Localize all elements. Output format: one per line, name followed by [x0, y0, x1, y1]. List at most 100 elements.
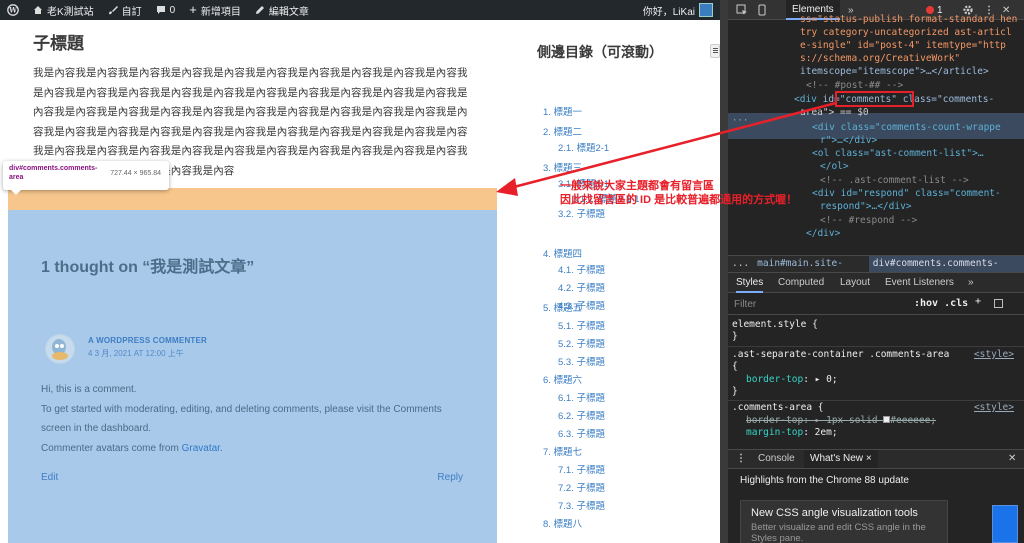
commenter-name-link[interactable]: A WORDPRESS COMMENTER: [88, 336, 207, 345]
comment-date-link[interactable]: 4 3 月, 2021 AT 12:00 上午: [88, 348, 184, 359]
edit-post-link[interactable]: 編輯文章: [248, 0, 316, 20]
style-rule-end: }: [732, 386, 738, 397]
wordpress-logo-icon[interactable]: W: [0, 0, 26, 20]
toc-item[interactable]: 5.3. 子標題: [558, 354, 605, 368]
dom-line: r">…</div>: [820, 135, 878, 146]
site-name-link[interactable]: 老K測試站: [26, 0, 101, 20]
comment-line: screen in the dashboard.: [41, 423, 152, 434]
style-tabs-more[interactable]: »: [968, 273, 974, 293]
toc-item[interactable]: 6.3. 子標題: [558, 426, 605, 440]
add-style-rule-icon[interactable]: +: [975, 296, 981, 307]
breadcrumb-overflow[interactable]: ...: [728, 256, 753, 272]
styles-filter-bar: Filter :hov .cls +: [728, 293, 1024, 315]
drawer-menu-icon[interactable]: ⋮: [736, 450, 746, 468]
home-icon: [33, 5, 43, 15]
customize-link[interactable]: 自訂: [101, 0, 149, 20]
style-rule-selector: .comments-area {: [732, 402, 824, 413]
site-name-label: 老K測試站: [47, 6, 94, 18]
toc-item[interactable]: 4.2. 子標題: [558, 280, 605, 294]
annotation-highlight-box: [835, 91, 914, 107]
style-source-link[interactable]: <style>: [974, 349, 1014, 362]
breadcrumb-current[interactable]: div#comments.comments-area: [868, 256, 1024, 285]
computed-sidebar-icon[interactable]: [994, 299, 1003, 308]
inspect-tooltip-size: 727.44 × 965.84: [110, 170, 161, 177]
toc-item[interactable]: 6.2. 子標題: [558, 408, 605, 422]
inspect-element-icon[interactable]: [736, 0, 748, 20]
comment-bubble-icon: [156, 5, 166, 15]
dom-line[interactable]: <div class="comments-count-wrappe: [812, 121, 1001, 134]
toc-item[interactable]: 6. 標題六: [543, 372, 582, 386]
greeting-label: 你好，LiKai: [642, 6, 695, 18]
tab-styles[interactable]: Styles: [736, 273, 764, 293]
dom-breadcrumbs: ... main#main.site-main div#comments.com…: [728, 255, 1024, 285]
devtools-panel: Elements » 1 ⋮ ✕ ··· ss="status-publish …: [728, 0, 1024, 543]
dom-line: try category-uncategorized ast-articl: [800, 27, 1012, 38]
comments-title: 1 thought on “我是測試文章”: [41, 259, 255, 276]
style-declaration[interactable]: border-top: ▸ 0;: [746, 374, 838, 387]
toc-item[interactable]: 7.1. 子標題: [558, 462, 605, 476]
tab-whats-new[interactable]: What's New ×: [804, 450, 878, 468]
dom-line[interactable]: <div id="respond" class="comment-: [812, 187, 1001, 200]
brush-icon: [108, 5, 118, 15]
toc-toggle-button[interactable]: [710, 44, 720, 58]
style-source-link[interactable]: <style>: [974, 402, 1014, 415]
dom-line: ss="status-publish format-standard hen: [800, 14, 1018, 25]
close-tab-icon[interactable]: ×: [866, 453, 872, 464]
customize-label: 自訂: [121, 6, 142, 18]
toc-item[interactable]: 7.3. 子標題: [558, 498, 605, 512]
hov-cls-toggle[interactable]: :hov .cls: [914, 298, 968, 309]
account-menu[interactable]: 你好，LiKai: [636, 0, 720, 20]
devtools-splitter[interactable]: [720, 0, 728, 543]
comment-text: Commenter avatars come from: [41, 442, 182, 454]
dom-line: s://schema.org/CreativeWork": [800, 53, 961, 64]
tab-layout[interactable]: Layout: [840, 273, 870, 293]
gravatar-link[interactable]: Gravatar: [182, 443, 220, 454]
style-declaration[interactable]: margin-top: 2em;: [746, 427, 838, 440]
toc-item[interactable]: 1. 標題一: [543, 104, 582, 118]
page-viewport: 子標題 我是內容我是內容我是內容我是內容我是內容我是內容我是內容我是內容我是內容…: [0, 20, 720, 543]
reply-comment-link[interactable]: Reply: [437, 472, 463, 483]
toc-item[interactable]: 5.1. 子標題: [558, 318, 605, 332]
toc-item[interactable]: 2.1. 標題2-1: [558, 140, 609, 154]
styles-tabbar: Styles Computed Layout Event Listeners »: [728, 273, 1024, 293]
svg-text:W: W: [8, 6, 17, 15]
commenter-avatar: [45, 334, 75, 364]
annotation-line: 一般來說大家主題都會有留言區: [560, 180, 714, 192]
tab-computed[interactable]: Computed: [778, 273, 824, 293]
toc-item[interactable]: 3. 標題三: [543, 160, 582, 174]
dom-line: </div>: [806, 228, 841, 239]
toc-item[interactable]: 4.1. 子標題: [558, 262, 605, 276]
tab-console[interactable]: Console: [758, 450, 795, 468]
annotation-callout: 一般來說大家主題都會有留言區 因此找留言區的 ID 是比較普遍都通用的方式喔！: [560, 179, 797, 207]
toc-item[interactable]: 7.2. 子標題: [558, 480, 605, 494]
device-toolbar-icon[interactable]: [756, 0, 768, 20]
close-drawer-icon[interactable]: ✕: [1008, 450, 1016, 468]
toc-item[interactable]: 8. 標題八: [543, 516, 582, 530]
style-declaration-overridden[interactable]: border-top: ▸ 1px solid #eeeeee;: [746, 415, 936, 428]
new-item-link[interactable]: + 新增項目: [182, 0, 248, 20]
toc-item[interactable]: 5.2. 子標題: [558, 336, 605, 350]
inspect-tooltip-selector: div#comments.comments-area: [9, 165, 98, 181]
style-rule-selector: .ast-separate-container .comments-area: [732, 349, 950, 360]
edit-comment-link[interactable]: Edit: [41, 472, 58, 483]
comments-link[interactable]: 0: [149, 0, 183, 20]
toc-item[interactable]: 7. 標題七: [543, 444, 582, 458]
dom-line[interactable]: <ol class="ast-comment-list">…: [812, 147, 984, 160]
breadcrumb-main[interactable]: main#main.site-main: [753, 256, 869, 285]
edit-post-label: 編輯文章: [268, 6, 309, 18]
styles-filter-input[interactable]: Filter: [734, 299, 756, 310]
dom-row-menu-icon[interactable]: ···: [732, 115, 748, 128]
tab-event-listeners[interactable]: Event Listeners: [885, 273, 954, 293]
dom-comment: <!-- #respond -->: [820, 215, 918, 226]
toc-item[interactable]: 3.2. 子標題: [558, 206, 605, 220]
toc-item[interactable]: 4. 標題四: [543, 246, 582, 260]
toc-item[interactable]: 5. 標題五: [543, 300, 582, 314]
user-avatar: [699, 3, 713, 17]
style-rule-end: }: [732, 331, 738, 342]
wp-admin-bar: W 老K測試站 自訂 0 + 新增項目 編輯文章 你好，LiKai: [0, 0, 720, 20]
toc-item[interactable]: 6.1. 子標題: [558, 390, 605, 404]
whats-new-card[interactable]: New CSS angle visualization tools Better…: [740, 500, 948, 543]
dom-tag: <div: [794, 94, 823, 105]
annotation-line: 因此找留言區的 ID 是比較普遍都通用的方式喔！: [560, 194, 798, 206]
toc-item[interactable]: 2. 標題二: [543, 124, 582, 138]
